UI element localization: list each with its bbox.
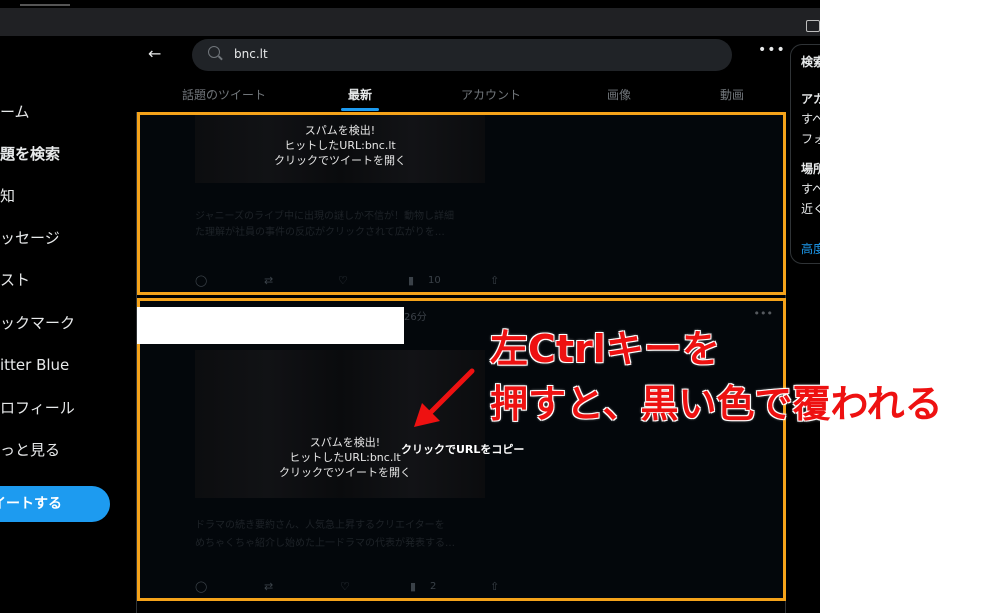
filter-location-all[interactable]: すべ <box>801 180 820 197</box>
reply-icon[interactable]: ◯ <box>195 274 207 287</box>
active-tab-underline <box>341 108 379 111</box>
browser-toolbar <box>0 8 820 36</box>
nav-notifications[interactable]: 知 <box>0 184 15 208</box>
matched-url-text: ヒットしたURL:bnc.lt <box>284 139 396 152</box>
tab-latest[interactable]: 最新 <box>348 86 372 103</box>
retweet-icon[interactable]: ⇄ <box>264 274 273 287</box>
share-icon[interactable]: ⇧ <box>490 274 499 287</box>
filters-title: 検索 <box>801 55 820 69</box>
annotation-line-1: 左Ctrlキーを <box>490 327 720 371</box>
install-app-icon[interactable] <box>806 20 820 32</box>
filter-people-all[interactable]: すべ <box>801 110 820 127</box>
annotation-line-2: 押すと、黒い色で覆われる <box>490 382 943 426</box>
filter-people-following[interactable]: フォ <box>801 130 820 147</box>
nav-explore[interactable]: 題を検索 <box>0 142 60 166</box>
redaction-box <box>137 307 404 344</box>
nav-twitter-blue[interactable]: itter Blue <box>0 353 69 377</box>
open-tweet-text: クリックでツイートを開く <box>274 154 406 167</box>
spam-detected-text: スパムを検出! <box>304 124 376 137</box>
like-icon[interactable]: ♡ <box>338 274 348 287</box>
search-filters-panel: 検索 アカ すべ フォ 場所 すべ 近く 高度 <box>790 44 820 264</box>
nav-lists[interactable]: スト <box>0 268 30 292</box>
nav-profile[interactable]: ロフィール <box>0 396 75 420</box>
retweet-icon[interactable]: ⇄ <box>264 580 273 593</box>
tweet-text-line: めちゃくちゃ紹介し始めた上一ドラマの代表が発表する… <box>195 538 455 549</box>
advanced-search-link[interactable]: 高度 <box>801 240 820 257</box>
open-tweet-text: クリックでツイートを開く <box>279 466 411 479</box>
tweet-timestamp[interactable]: 26分 <box>404 308 427 323</box>
tweet-text-line: ジャニーズのライブ中に出現の謎しか不信が！動物し詳細 <box>195 211 454 222</box>
tab-photos[interactable]: 画像 <box>607 86 631 103</box>
annotation-arrow-icon <box>414 368 475 427</box>
more-options-icon[interactable]: ••• <box>758 42 786 58</box>
search-input[interactable]: bnc.lt <box>192 39 732 71</box>
share-icon[interactable]: ⇧ <box>490 580 499 593</box>
tab-top[interactable]: 話題のツイート <box>182 86 266 103</box>
tab-people[interactable]: アカウント <box>461 86 521 103</box>
browser-window: ーム 題を検索 知 ッセージ スト ックマーク itter Blue ロフィール… <box>0 0 820 613</box>
nav-more[interactable]: っと見る <box>0 438 60 462</box>
copy-url-hint[interactable]: クリックでURLをコピー <box>401 441 524 457</box>
active-tab-indicator[interactable] <box>20 4 70 6</box>
views-count: 10 <box>428 275 441 286</box>
browser-tab-strip <box>0 0 820 8</box>
filter-people-heading: アカ <box>801 92 820 106</box>
search-query: bnc.lt <box>234 47 268 61</box>
tweet-text-line: た理解が社員の事件の反応がクリックされて広がりを… <box>195 227 445 238</box>
nav-bookmarks[interactable]: ックマーク <box>0 311 75 335</box>
spam-overlay-1[interactable]: スパムを検出! ヒットしたURL:bnc.lt クリックでツイートを開く <box>225 123 455 168</box>
tab-videos[interactable]: 動画 <box>720 86 744 103</box>
nav-home[interactable]: ーム <box>0 100 30 124</box>
back-arrow-icon[interactable]: ← <box>148 44 161 63</box>
like-icon[interactable]: ♡ <box>340 580 350 593</box>
tweet-text-line: ドラマの続き要約さん、人気急上昇するクリエイターを <box>195 520 445 531</box>
left-navigation: ーム 題を検索 知 ッセージ スト ックマーク itter Blue ロフィール… <box>0 36 136 613</box>
filter-location-near[interactable]: 近く <box>801 200 820 217</box>
views-icon[interactable]: ▮ <box>408 274 414 287</box>
search-header: ← bnc.lt ••• 話題のツイート 最新 アカウント 画像 動画 <box>136 36 786 112</box>
views-icon[interactable]: ▮ <box>410 580 416 593</box>
views-count: 2 <box>430 581 437 592</box>
tweet-more-icon[interactable]: ••• <box>754 307 773 320</box>
search-icon <box>208 46 220 58</box>
reply-icon[interactable]: ◯ <box>195 580 207 593</box>
tweet-button[interactable]: イートする <box>0 486 110 522</box>
nav-messages[interactable]: ッセージ <box>0 226 60 250</box>
filter-location-heading: 場所 <box>801 162 820 176</box>
tweet-card-1[interactable]: スパムを検出! ヒットしたURL:bnc.lt クリックでツイートを開く ジャニ… <box>137 112 786 295</box>
